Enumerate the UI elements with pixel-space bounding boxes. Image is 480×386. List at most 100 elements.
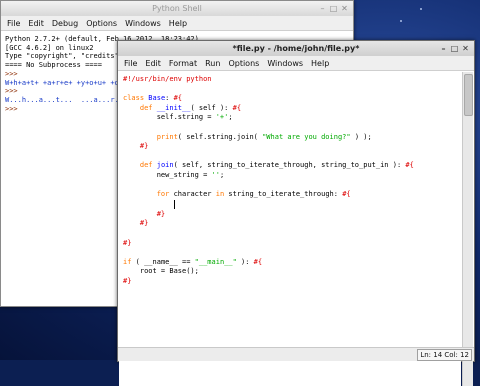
code-token: ; [219,170,225,179]
maximize-icon[interactable]: □ [450,44,459,53]
code-token: def [139,103,153,112]
code-token: #{ [405,161,414,170]
editor-menu-windows[interactable]: Windows [267,59,303,68]
code-line: #} [123,219,414,229]
code-token: #} [123,238,132,247]
editor-titlebar[interactable]: *file.py - /home/john/file.py* – □ ✕ [118,41,474,56]
code-token: ): [236,257,254,266]
editor-menu-edit[interactable]: Edit [145,59,161,68]
shell-menu-edit[interactable]: Edit [28,19,44,28]
maximize-icon[interactable]: □ [329,4,338,13]
code-line [123,152,414,162]
code-text[interactable]: #!/usr/bin/env python class Base: #{ def… [123,75,414,287]
code-line: class Base: #{ [123,94,414,104]
code-line [123,248,414,258]
code-line: self.string = '+'; [123,113,414,123]
editor-menu-options[interactable]: Options [228,59,259,68]
code-line: #} [123,142,414,152]
code-token: character [169,190,216,199]
minimize-icon[interactable]: – [439,44,448,53]
star [400,20,402,22]
code-token: #} [156,209,166,218]
code-token: join [156,161,174,170]
code-token: __init__ [156,103,191,112]
close-icon[interactable]: ✕ [340,4,349,13]
editor-title: *file.py - /home/john/file.py* [232,44,360,53]
code-editor[interactable]: #!/usr/bin/env python class Base: #{ def… [119,72,461,386]
code-token: "__main__" [194,257,237,266]
code-line: new_string = ''; [123,171,414,181]
code-line: #!/usr/bin/env python [123,75,414,85]
text-cursor [173,199,175,209]
code-token: '+' [215,113,229,122]
shell-title: Python Shell [152,4,202,13]
code-token: ( __name__ == [131,257,195,266]
code-token: string_to_iterate_through: [224,190,343,199]
vertical-scrollbar[interactable] [462,72,473,386]
editor-menu-help[interactable]: Help [311,59,329,68]
code-token: self.string = [123,113,216,122]
code-line: print( self.string.join( "What are you d… [123,133,414,143]
code-line: def __init__( self ): #{ [123,104,414,114]
code-token: print [156,132,178,141]
editor-menu-format[interactable]: Format [169,59,197,68]
shell-titlebar[interactable]: Python Shell – □ ✕ [1,1,353,16]
code-line [123,181,414,191]
code-token: root = Base(); [123,267,199,276]
code-token: "What are you doing?" [262,132,351,141]
code-token: class [123,94,145,103]
code-line: root = Base(); [123,267,414,277]
close-icon[interactable]: ✕ [461,44,470,53]
editor-menu-run[interactable]: Run [205,59,220,68]
code-line [123,85,414,95]
shell-menubar: File Edit Debug Options Windows Help [1,16,353,31]
code-token: #!/usr/bin/env python [123,75,212,83]
code-token: ( self, string_to_iterate_through, strin… [173,161,406,170]
code-token: ; [228,113,233,122]
editor-window[interactable]: *file.py - /home/john/file.py* – □ ✕ Fil… [117,40,475,386]
scrollbar-thumb[interactable] [464,74,473,116]
code-line: #} [123,210,414,220]
code-line: #} [123,277,414,287]
status-bar: Ln: 14 Col: 12 [118,347,474,361]
editor-menu-file[interactable]: File [124,59,137,68]
code-line: #} [123,239,414,249]
code-token: new_string = [123,170,212,179]
code-token: #} [123,276,132,285]
code-token: : [165,94,174,103]
code-token: def [139,161,153,170]
code-line: def join( self, string_to_iterate_throug… [123,161,414,171]
code-token: ( self.string.join( [177,132,263,141]
shell-menu-debug[interactable]: Debug [52,19,78,28]
code-token: #{ [253,257,263,266]
code-line: if ( __name__ == "__main__" ): #{ [123,258,414,268]
shell-menu-file[interactable]: File [7,19,20,28]
code-line [123,123,414,133]
minimize-icon[interactable]: – [318,4,327,13]
code-line [123,199,414,210]
code-token: ( self ): [190,103,233,112]
shell-menu-windows[interactable]: Windows [125,19,161,28]
code-token: #{ [232,103,242,112]
code-token: #{ [173,94,183,103]
code-token: in [215,190,225,199]
shell-menu-help[interactable]: Help [169,19,187,28]
code-token: #} [139,142,149,151]
shell-menu-options[interactable]: Options [86,19,117,28]
code-token: #{ [342,190,351,199]
editor-menubar: File Edit Format Run Options Windows Help [118,56,474,71]
cursor-position: Ln: 14 Col: 12 [417,349,472,361]
code-token: ) ); [350,132,372,141]
code-line [123,229,414,239]
